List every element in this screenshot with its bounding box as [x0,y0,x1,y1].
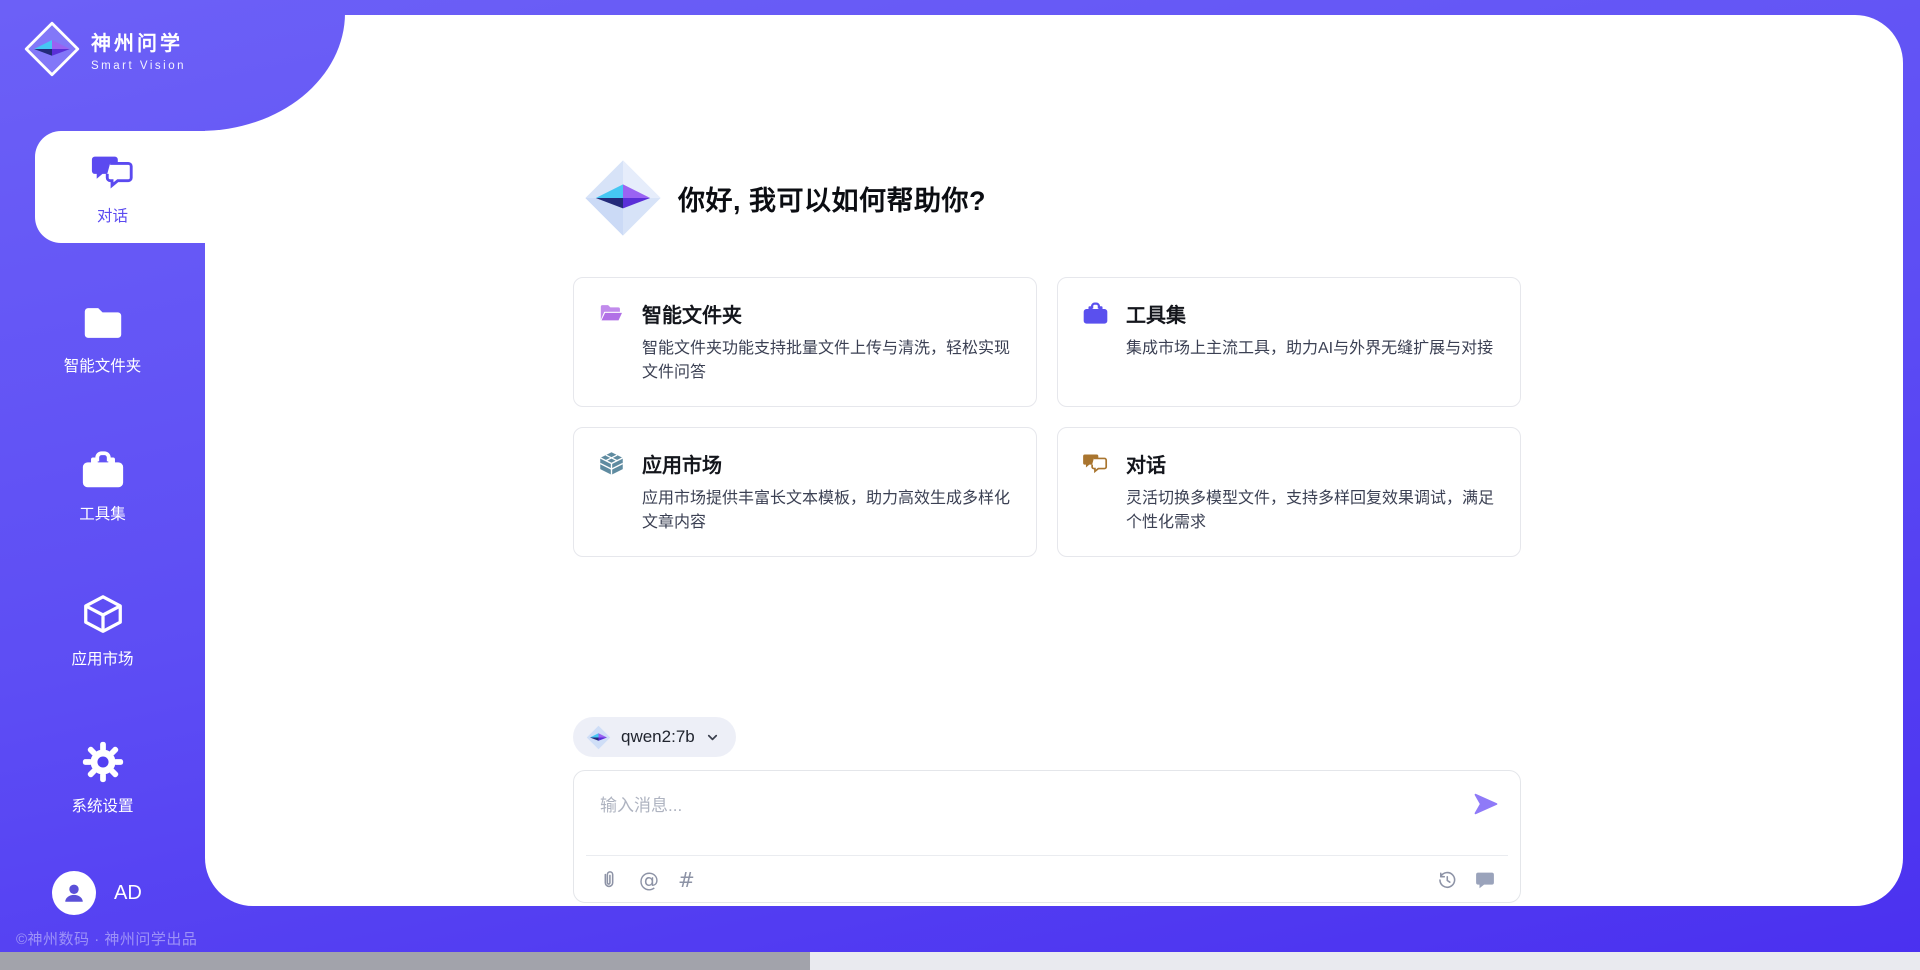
card-app-market[interactable]: 应用市场 应用市场提供丰富长文本模板，助力高效生成多样化文章内容 [573,427,1037,557]
sidebar-item-label: 智能文件夹 [64,354,142,376]
history-button[interactable] [1436,869,1458,891]
brand-diamond-icon [583,158,663,238]
message-composer: @ # [573,770,1521,903]
sidebar-item-label: 系统设置 [71,794,133,816]
paperclip-icon [598,869,620,891]
card-desc: 灵活切换多模型文件，支持多样回复效果调试，满足个性化需求 [1126,487,1496,535]
app-page: 你好, 我可以如何帮助你? 智能文件夹 智能文件夹功能支持批量文件上传与清洗，轻… [0,0,1920,970]
brand-name-en: Smart Vision [91,60,186,72]
toolbox-icon [80,447,126,493]
chat-bubble-button[interactable] [1474,869,1496,891]
feature-cards: 智能文件夹 智能文件夹功能支持批量文件上传与清洗，轻松实现文件问答 工具集 集成… [573,277,1521,557]
main-panel: 你好, 我可以如何帮助你? 智能文件夹 智能文件夹功能支持批量文件上传与清洗，轻… [205,15,1903,906]
model-selector[interactable]: qwen2:7b [573,717,736,757]
user-menu[interactable]: AD [52,871,142,915]
model-diamond-icon [586,725,611,750]
brand-name-zh: 神州问学 [91,27,186,56]
folder-open-icon [598,300,625,327]
attachment-button[interactable] [598,869,620,891]
sidebar-item-label: 工具集 [79,502,126,524]
composer-divider [586,855,1508,856]
chat-bubble-icon [1474,869,1496,891]
card-title: 对话 [1126,449,1166,478]
hashtag-button[interactable]: # [678,870,695,890]
chat-bubbles-icon [1082,450,1109,477]
scrollbar-thumb[interactable] [0,952,810,970]
hashtag-icon: # [678,870,695,890]
copyright-text: ©神州数码 · 神州问学出品 [16,928,197,949]
user-icon [59,878,89,908]
sidebar-item-chat[interactable]: 对话 [35,131,216,243]
sidebar: 神州问学 Smart Vision 对话 智能文件夹 工具 [0,0,205,970]
send-icon [1472,790,1500,818]
card-title: 应用市场 [642,449,722,478]
sidebar-item-smart-folder[interactable]: 智能文件夹 [0,282,205,392]
user-initials: AD [114,882,142,905]
card-smart-folder[interactable]: 智能文件夹 智能文件夹功能支持批量文件上传与清洗，轻松实现文件问答 [573,277,1037,407]
folder-icon [80,299,126,345]
card-toolset[interactable]: 工具集 集成市场上主流工具，助力AI与外界无缝扩展与对接 [1057,277,1521,407]
sidebar-item-toolset[interactable]: 工具集 [0,430,205,540]
greeting: 你好, 我可以如何帮助你? [583,158,986,238]
card-desc: 应用市场提供丰富长文本模板，助力高效生成多样化文章内容 [642,487,1012,535]
mention-button[interactable]: @ [639,870,659,890]
card-chat[interactable]: 对话 灵活切换多模型文件，支持多样回复效果调试，满足个性化需求 [1057,427,1521,557]
history-icon [1436,869,1458,891]
chat-icon [90,149,136,195]
brand-diamond-outline-icon [24,21,80,77]
horizontal-scrollbar[interactable] [0,952,1920,970]
gear-icon [80,739,126,785]
cube-grid-icon [598,450,625,477]
sidebar-item-label: 对话 [97,204,128,226]
greeting-text: 你好, 我可以如何帮助你? [678,179,986,218]
cube-icon [80,592,126,638]
sidebar-item-app-market[interactable]: 应用市场 [0,575,205,685]
model-name: qwen2:7b [621,727,695,747]
mention-icon: @ [639,870,659,890]
brand-logo: 神州问学 Smart Vision [24,21,186,77]
card-title: 工具集 [1126,299,1186,328]
chevron-down-icon [705,730,720,745]
sidebar-item-label: 应用市场 [71,647,133,669]
toolbox-icon [1082,300,1109,327]
card-desc: 智能文件夹功能支持批量文件上传与清洗，轻松实现文件问答 [642,337,1012,385]
card-title: 智能文件夹 [642,299,742,328]
sidebar-item-settings[interactable]: 系统设置 [0,722,205,832]
card-desc: 集成市场上主流工具，助力AI与外界无缝扩展与对接 [1126,337,1496,361]
send-button[interactable] [1472,790,1500,818]
avatar [52,871,96,915]
message-input[interactable] [588,783,1428,845]
